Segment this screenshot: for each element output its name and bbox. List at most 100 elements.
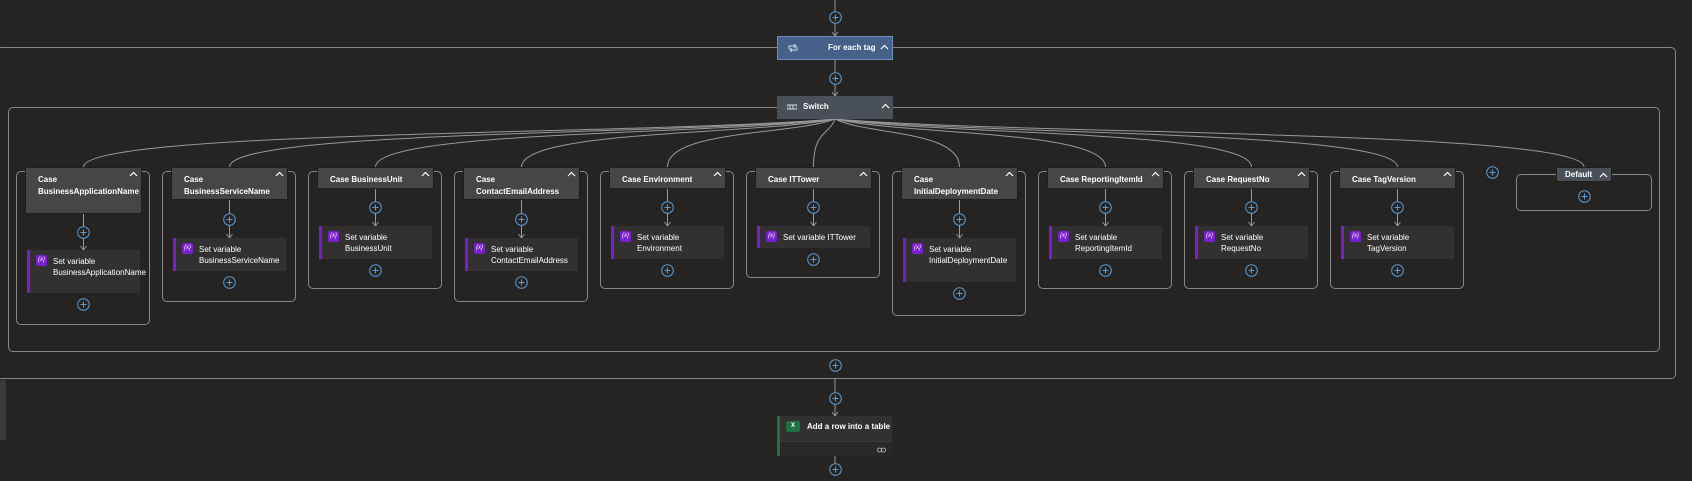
add-step-button[interactable] <box>828 391 842 405</box>
case-card[interactable]: Case BusinessServiceName <box>171 167 288 200</box>
collapse-chevron-icon[interactable] <box>1599 171 1608 180</box>
case-label: Case InitialDeploymentDate <box>914 175 999 196</box>
case-card[interactable]: Case Environment <box>609 167 726 189</box>
case-label: Case BusinessApplicationName <box>38 175 139 196</box>
collapse-chevron-icon[interactable] <box>713 170 722 179</box>
plus-icon <box>515 275 528 289</box>
variable-icon: {x} <box>766 231 777 242</box>
plus-icon <box>953 286 966 300</box>
variable-icon: {x} <box>1204 231 1215 242</box>
case-label: Case BusinessUnit <box>330 175 403 184</box>
add-step-button[interactable] <box>515 212 528 226</box>
switch-title: Switch <box>803 102 829 111</box>
case-card[interactable]: Case ReportingItemId <box>1047 167 1164 189</box>
set-variable-action-card[interactable]: {x} Set variable ReportingItemId <box>1049 226 1162 259</box>
plus-icon <box>77 225 90 239</box>
collapse-chevron-icon[interactable] <box>275 170 284 179</box>
plus-icon <box>661 201 674 214</box>
add-step-button[interactable] <box>77 225 90 239</box>
add-step-button[interactable] <box>1245 263 1258 277</box>
plus-icon <box>1485 165 1499 179</box>
plus-icon <box>953 212 966 226</box>
variable-icon: {x} <box>912 243 923 254</box>
variable-icon: {x} <box>620 231 631 242</box>
plus-icon <box>828 358 842 372</box>
action-label: Set variable RequestNo <box>1221 233 1264 253</box>
case-card[interactable]: Case TagVersion <box>1339 167 1456 189</box>
add-step-button[interactable] <box>807 201 820 214</box>
collapse-chevron-icon[interactable] <box>1151 170 1160 179</box>
add-step-button[interactable] <box>1245 201 1258 214</box>
case-card[interactable]: Case RequestNo <box>1193 167 1310 189</box>
add-step-button[interactable] <box>1485 165 1499 179</box>
add-step-button[interactable] <box>1391 201 1404 214</box>
set-variable-action-card[interactable]: {x} Set variable BusinessServiceName <box>173 238 286 271</box>
add-step-button[interactable] <box>369 263 382 277</box>
collapse-chevron-icon[interactable] <box>1443 170 1452 179</box>
add-step-button[interactable] <box>515 275 528 289</box>
add-step-button[interactable] <box>1391 263 1404 277</box>
vertical-scrollbar[interactable] <box>0 380 6 440</box>
add-step-button[interactable] <box>828 462 842 476</box>
foreach-header[interactable]: For each tag <box>777 36 893 60</box>
collapse-chevron-icon[interactable] <box>1005 170 1014 179</box>
collapse-chevron-icon[interactable] <box>1297 170 1306 179</box>
add-step-button[interactable] <box>828 10 842 24</box>
variable-icon: {x} <box>36 255 47 266</box>
case-card[interactable]: Case InitialDeploymentDate <box>901 167 1018 200</box>
add-step-button[interactable] <box>953 286 966 300</box>
add-step-button[interactable] <box>1099 201 1112 214</box>
set-variable-action-card[interactable]: {x} Set variable Environment <box>611 226 724 259</box>
collapse-chevron-icon[interactable] <box>859 170 868 179</box>
add-step-button[interactable] <box>1577 189 1591 203</box>
case-label: Case ITTower <box>768 175 820 184</box>
add-step-button[interactable] <box>223 275 236 289</box>
collapse-chevron-icon[interactable] <box>421 170 430 179</box>
set-variable-action-card[interactable]: {x} Set variable ContactEmailAddress <box>465 238 578 271</box>
case-label: Case ReportingItemId <box>1060 175 1143 184</box>
add-step-button[interactable] <box>828 358 842 372</box>
case-card[interactable]: Case ContactEmailAddress <box>463 167 580 200</box>
action-label: Set variable BusinessApplicationName <box>53 257 146 277</box>
case-card[interactable]: Case BusinessUnit <box>317 167 434 189</box>
loop-icon <box>788 44 798 52</box>
case-card[interactable]: Case ITTower <box>755 167 872 189</box>
case-label: Case RequestNo <box>1206 175 1270 184</box>
plus-icon <box>1245 263 1258 277</box>
set-variable-action-card[interactable]: {x} Set variable ITTower <box>757 226 870 248</box>
collapse-chevron-icon[interactable] <box>880 43 889 52</box>
plus-icon <box>1099 263 1112 277</box>
action-footer <box>780 441 892 456</box>
add-step-button[interactable] <box>828 71 842 85</box>
switch-header[interactable]: Switch <box>777 96 893 119</box>
plus-icon <box>828 10 842 24</box>
add-step-button[interactable] <box>661 263 674 277</box>
case-label: Case ContactEmailAddress <box>476 175 560 196</box>
set-variable-action-card[interactable]: {x} Set variable BusinessUnit <box>319 226 432 259</box>
set-variable-action-card[interactable]: {x} Set variable TagVersion <box>1341 226 1454 259</box>
add-step-button[interactable] <box>953 212 966 226</box>
add-step-button[interactable] <box>223 212 236 226</box>
add-row-action-card[interactable]: X Add a row into a table <box>777 416 892 456</box>
excel-icon: X <box>786 421 800 432</box>
action-label: Set variable ContactEmailAddress <box>491 245 568 265</box>
case-card[interactable]: Case BusinessApplicationName <box>25 167 142 214</box>
set-variable-action-card[interactable]: {x} Set variable InitialDeploymentDate <box>903 238 1016 282</box>
add-step-button[interactable] <box>661 201 674 214</box>
default-case-card[interactable]: Default <box>1556 167 1612 182</box>
plus-icon <box>369 201 382 214</box>
add-step-button[interactable] <box>807 252 820 266</box>
switch-icon <box>787 104 797 110</box>
add-step-button[interactable] <box>369 201 382 214</box>
collapse-chevron-icon[interactable] <box>567 170 576 179</box>
set-variable-action-card[interactable]: {x} Set variable RequestNo <box>1195 226 1308 259</box>
default-label: Default <box>1565 170 1593 179</box>
collapse-chevron-icon[interactable] <box>881 102 890 111</box>
foreach-title: For each tag <box>828 43 876 52</box>
plus-icon <box>661 263 674 277</box>
add-step-button[interactable] <box>77 297 90 311</box>
set-variable-action-card[interactable]: {x} Set variable BusinessApplicationName <box>27 250 146 293</box>
collapse-chevron-icon[interactable] <box>129 170 138 179</box>
action-label: Set variable InitialDeploymentDate <box>929 245 1008 265</box>
add-step-button[interactable] <box>1099 263 1112 277</box>
